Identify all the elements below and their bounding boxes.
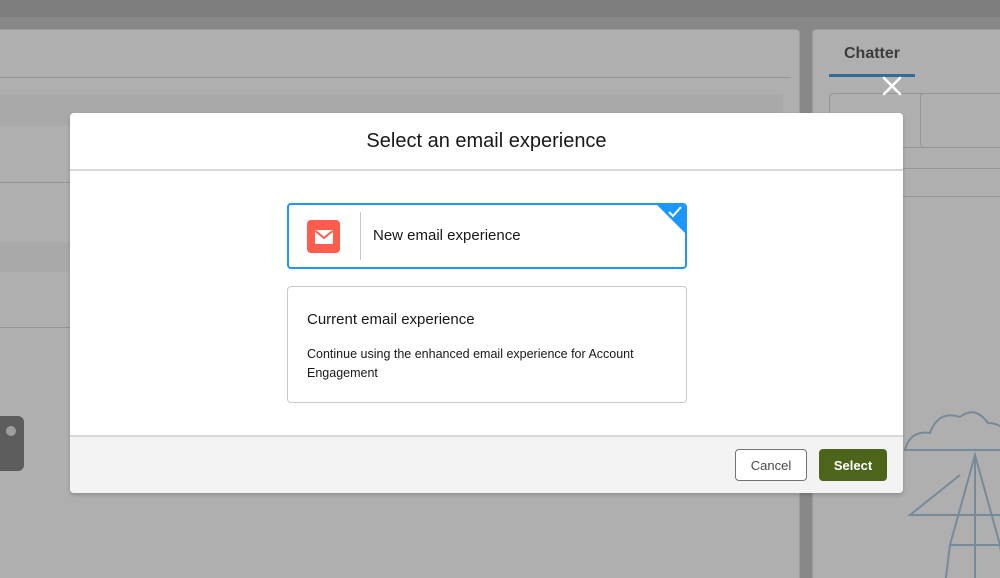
- select-button[interactable]: Select: [819, 449, 887, 481]
- option-label: Current email experience: [307, 311, 475, 328]
- option-description: Continue using the enhanced email experi…: [307, 347, 634, 380]
- modal-title: Select an email experience: [366, 129, 607, 152]
- option-divider: [360, 212, 361, 260]
- close-icon: [882, 76, 902, 96]
- option-current-email-experience[interactable]: Current email experience Continue using …: [287, 286, 687, 403]
- modal-body: New email experience Current email exper…: [70, 171, 903, 435]
- email-tile: [307, 220, 340, 253]
- email-experience-modal: Select an email experience New email exp…: [70, 113, 903, 493]
- option-new-email-experience[interactable]: New email experience: [287, 203, 687, 269]
- modal-header: Select an email experience: [70, 113, 903, 171]
- option-label: New email experience: [373, 227, 521, 244]
- modal-footer: Cancel Select: [70, 435, 903, 493]
- close-button[interactable]: [878, 72, 906, 100]
- cancel-button[interactable]: Cancel: [735, 449, 807, 481]
- email-icon: [314, 229, 333, 244]
- checkmark-icon: [668, 206, 682, 218]
